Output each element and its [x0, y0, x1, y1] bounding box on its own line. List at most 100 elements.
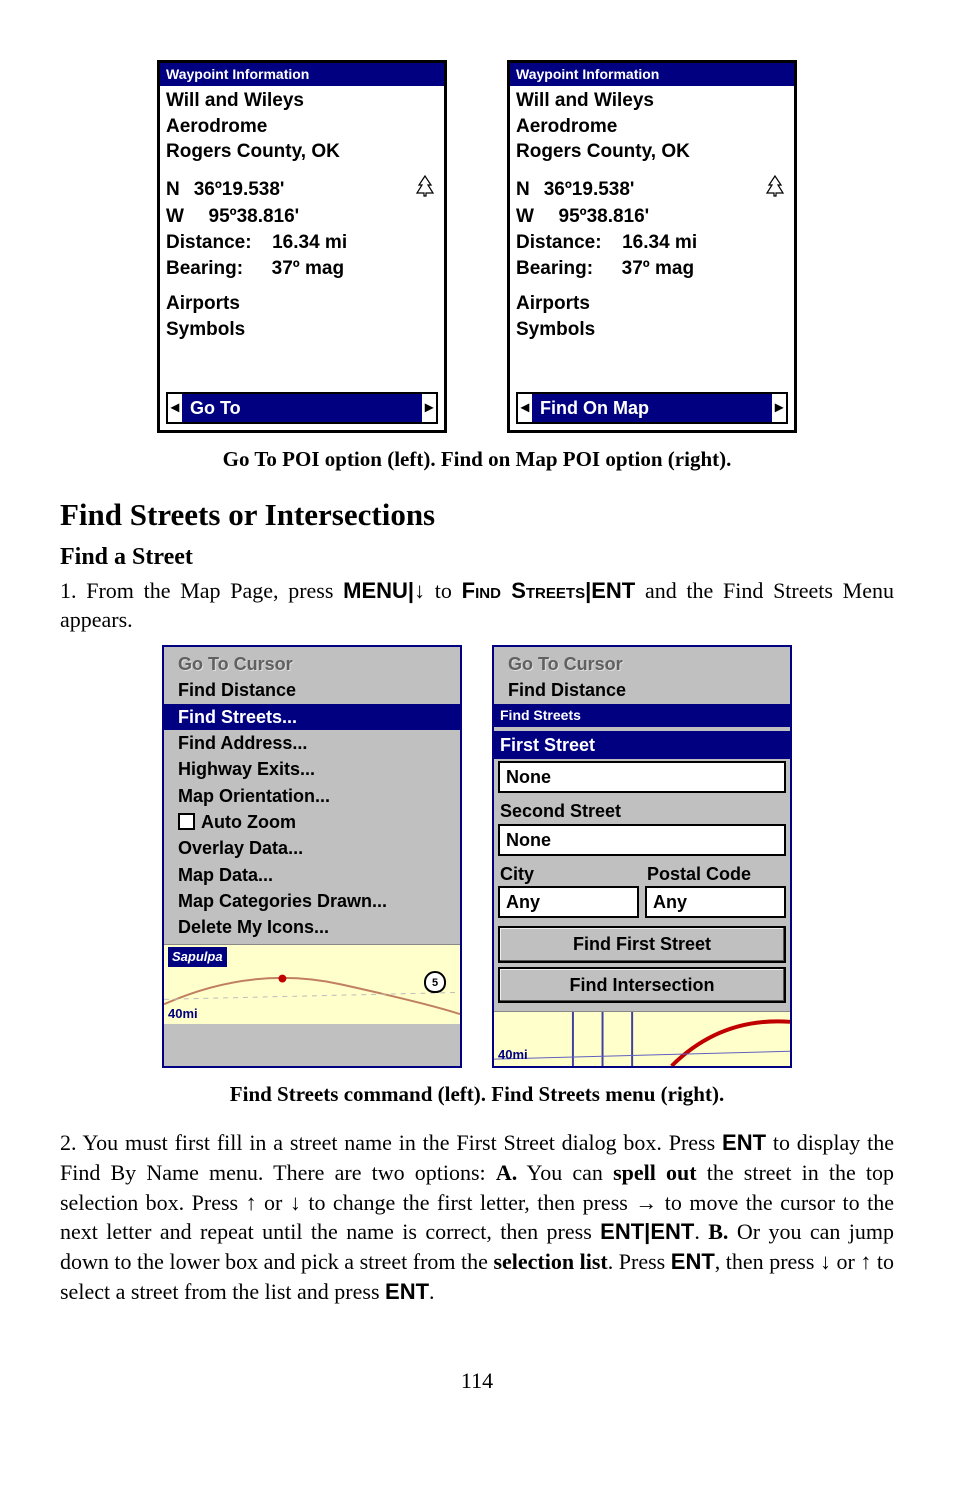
menu-item[interactable]: Overlay Data... [168, 835, 456, 861]
find-streets-form-right: Go To CursorFind Distance Find Streets F… [492, 645, 792, 1068]
right-arrow-icon[interactable]: ▸ [422, 397, 436, 419]
up-arrow-icon: ↑ [246, 1190, 257, 1215]
left-arrow-icon[interactable]: ◂ [518, 397, 532, 419]
postal-label: Postal Code [645, 860, 786, 886]
key-ent: ENT [671, 1249, 715, 1274]
menu-item: Go To Cursor [498, 651, 786, 677]
postal-field[interactable]: Any [645, 886, 786, 918]
right-arrow-icon: → [635, 1190, 657, 1215]
form-title: Find Streets [494, 704, 790, 727]
bearing-value: 37º mag [622, 258, 694, 279]
category-airports: Airports [166, 291, 438, 317]
lat-value: 36º19.538' [194, 177, 285, 203]
p2-text: or [831, 1249, 860, 1274]
poi-location: Rogers County, OK [516, 139, 788, 165]
key-ent: ENT [591, 578, 635, 603]
menu-item[interactable]: Map Categories Drawn... [168, 888, 456, 914]
p2-text: or [257, 1190, 290, 1215]
lat-value: 36º19.538' [544, 177, 635, 203]
distance-label: Distance: [516, 232, 602, 253]
paragraph-2: 2. You must first fill in a street name … [60, 1128, 894, 1306]
menu-screens-row: Go To CursorFind DistanceFind Streets...… [60, 645, 894, 1068]
selector-label[interactable]: Find On Map [532, 394, 772, 422]
bearing-label: Bearing: [516, 258, 593, 279]
menu-item[interactable]: Map Orientation... [168, 783, 456, 809]
find-first-street-button[interactable]: Find First Street [498, 926, 786, 962]
option-b: B. [708, 1219, 728, 1244]
map-footer: 40mi [494, 1011, 790, 1066]
key-menu: MENU [343, 578, 408, 603]
p2-text: . [694, 1219, 708, 1244]
first-street-label[interactable]: First Street [494, 731, 790, 759]
waypoint-body: Will and Wileys Aerodrome Rogers County,… [510, 86, 794, 386]
waypoint-body: Will and Wileys Aerodrome Rogers County,… [160, 86, 444, 386]
menu-list[interactable]: Go To CursorFind DistanceFind Streets...… [164, 647, 460, 944]
distance-value: 16.34 mi [622, 232, 697, 253]
find-intersection-button[interactable]: Find Intersection [498, 967, 786, 1003]
second-street-label: Second Street [498, 797, 786, 823]
option-a: A. [496, 1160, 517, 1185]
menu-item[interactable]: Find Streets... [164, 704, 460, 730]
caption-2: Find Streets command (left). Find Street… [60, 1080, 894, 1108]
city-label: City [498, 860, 639, 886]
key-ent: ENT [600, 1219, 644, 1244]
map-scale: 40mi [498, 1046, 528, 1064]
down-arrow-icon: ↓ [820, 1249, 831, 1274]
left-arrow-icon[interactable]: ◂ [168, 397, 182, 419]
lon-value: 95º38.816' [559, 206, 650, 227]
first-street-field[interactable]: None [498, 761, 786, 793]
paragraph-1: 1. From the Map Page, press MENU|↓ to Fi… [60, 576, 894, 635]
bearing-value: 37º mag [272, 258, 344, 279]
menu-item[interactable]: Auto Zoom [168, 809, 456, 835]
map-footer: Sapulpa 5 40mi [164, 944, 460, 1024]
map-scale: 40mi [168, 1005, 198, 1023]
find-streets-form: First Street None Second Street None Cit… [494, 727, 790, 1011]
action-selector[interactable]: ◂ Find On Map ▸ [516, 392, 788, 424]
menu-item[interactable]: Highway Exits... [168, 756, 456, 782]
city-field[interactable]: Any [498, 886, 639, 918]
titlebar: Waypoint Information [160, 63, 444, 86]
menu-item[interactable]: Map Data... [168, 862, 456, 888]
tree-icon [766, 175, 784, 205]
p2-text: 2. You must first fill in a street name … [60, 1130, 722, 1155]
menu-item[interactable]: Delete My Icons... [168, 914, 456, 940]
p2-text: to change the first letter, then press [301, 1190, 635, 1215]
selection-list: selection list [493, 1249, 607, 1274]
key-ent: ENT [650, 1219, 694, 1244]
highway-shield-icon: 5 [424, 971, 446, 993]
menu-item[interactable]: Find Address... [168, 730, 456, 756]
waypoint-screens-row: Waypoint Information Will and Wileys Aer… [60, 60, 894, 433]
p2-text: . Press [608, 1249, 671, 1274]
para1-text: 1. From the Map Page, press [60, 578, 343, 603]
bearing-label: Bearing: [166, 258, 243, 279]
menu-list-top: Go To CursorFind Distance [494, 647, 790, 704]
subsection-title: Find a Street [60, 541, 894, 573]
distance-label: Distance: [166, 232, 252, 253]
page-number: 114 [60, 1366, 894, 1396]
poi-name: Will and Wileys [516, 88, 788, 114]
menu-item[interactable]: Find Distance [168, 677, 456, 703]
menu-item[interactable]: Find Distance [498, 677, 786, 703]
key-ent: ENT [385, 1279, 429, 1304]
p2-text: . [429, 1279, 435, 1304]
action-selector[interactable]: ◂ Go To ▸ [166, 392, 438, 424]
town-label: Sapulpa [168, 947, 227, 967]
down-arrow-icon: ↓ [290, 1190, 301, 1215]
up-arrow-icon: ↑ [860, 1249, 871, 1274]
caption-1: Go To POI option (left). Find on Map POI… [60, 445, 894, 473]
menu-target: Find Streets [462, 578, 585, 603]
poi-name: Will and Wileys [166, 88, 438, 114]
poi-location: Rogers County, OK [166, 139, 438, 165]
section-title: Find Streets or Intersections [60, 494, 894, 536]
down-arrow-icon: ↓ [414, 578, 425, 603]
lon-prefix: W [516, 206, 534, 227]
category-symbols: Symbols [166, 317, 438, 343]
selector-label[interactable]: Go To [182, 394, 422, 422]
lon-value: 95º38.816' [209, 206, 300, 227]
poi-type: Aerodrome [516, 114, 788, 140]
lat-prefix: N [516, 177, 530, 203]
key-ent: ENT [722, 1130, 766, 1155]
second-street-field[interactable]: None [498, 824, 786, 856]
right-arrow-icon[interactable]: ▸ [772, 397, 786, 419]
category-symbols: Symbols [516, 317, 788, 343]
